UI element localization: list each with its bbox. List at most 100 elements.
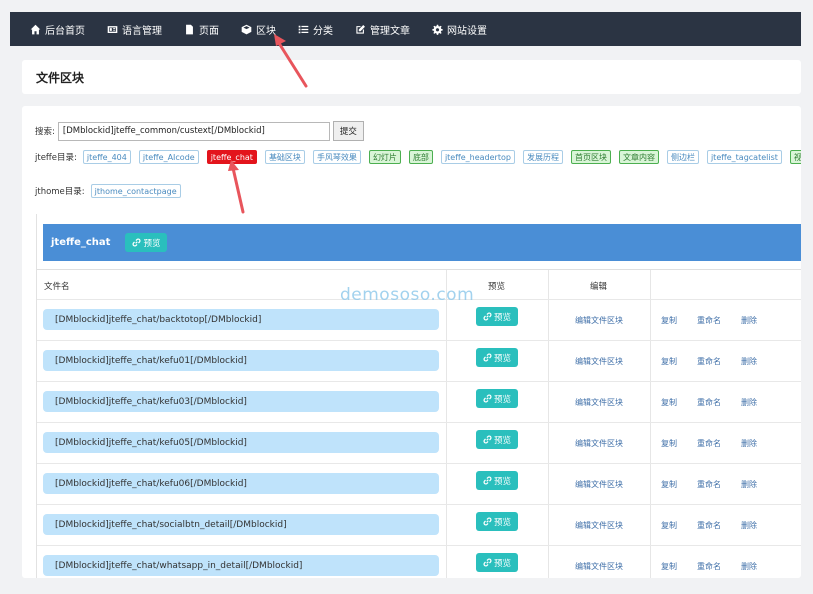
edit-icon [356,24,365,34]
edit-file-block-link[interactable]: 编辑文件区块 [575,315,623,326]
preview-label: 预览 [493,517,511,528]
directory-tag[interactable]: jteffe_tagcatelist [706,150,782,164]
edit-file-block-link[interactable]: 编辑文件区块 [575,438,623,449]
directory-tag[interactable]: 视频 [789,150,801,164]
header-filename: 文件名 [44,281,70,292]
copy-link[interactable]: 复制 [661,561,677,572]
nav-page-label: 页面 [199,25,219,37]
directory-tag[interactable]: 文章内容 [618,150,659,164]
nav-settings[interactable]: 网站设置 [432,22,487,37]
directory-tag[interactable]: jthome_contactpage [90,184,181,198]
directory-tag[interactable]: jteffe_AIcode [138,150,199,164]
jteffe-directory-label: jteffe目录: [35,153,77,163]
directory-tag[interactable]: jteffe_headertop [440,150,515,164]
directory-tag[interactable]: jteffe_404 [82,150,131,164]
rename-link[interactable]: 重命名 [697,520,721,531]
copy-link[interactable]: 复制 [661,356,677,367]
rename-link[interactable]: 重命名 [697,315,721,326]
block-panel: jteffe_chat 预览 文件名 预览 编辑 [DMblockid]jtef… [36,214,801,578]
nav-category-label: 分类 [313,25,333,37]
filename-cell: [DMblockid]jteffe_chat/kefu01[/DMblockid… [43,350,439,371]
main-card: 搜索: 提交 jteffe目录: jteffe_404 jteffe_AIcode… [22,106,801,578]
edit-file-block-link[interactable]: 编辑文件区块 [575,479,623,490]
link-icon [483,312,492,321]
delete-link[interactable]: 删除 [741,397,757,408]
panel-title: jteffe_chat [51,237,111,248]
jteffe-directory-row: jteffe目录: jteffe_404 jteffe_AIcode jteffe_… [35,150,801,164]
jthome-directory-row: jthome目录: jthome_contactpage [35,184,189,198]
page-title: 文件区块 [36,70,85,85]
preview-button[interactable]: 预览 [476,430,518,449]
directory-tag[interactable]: 首页区块 [570,150,611,164]
nav-language-label: 语言管理 [122,25,162,37]
link-icon [483,435,492,444]
header-edit: 编辑 [590,281,608,292]
preview-label: 预览 [493,558,511,569]
copy-link[interactable]: 复制 [661,438,677,449]
directory-tag[interactable]: 手风琴效果 [312,150,361,164]
table-row: [DMblockid]jteffe_chat/kefu05[/DMblockid… [37,423,801,464]
preview-button[interactable]: 预览 [476,307,518,326]
nav-category[interactable]: 分类 [298,22,333,37]
search-input[interactable] [57,121,330,141]
search-label: 搜索: [35,127,55,137]
submit-button[interactable]: 提交 [332,121,364,141]
link-icon [483,558,492,567]
rename-link[interactable]: 重命名 [697,438,721,449]
search-bar: 搜索: 提交 [35,121,364,141]
filename-cell: [DMblockid]jteffe_chat/socialbtn_detail[… [43,514,439,535]
list-icon [298,25,309,33]
nav-articles-label: 管理文章 [370,25,410,37]
directory-tag[interactable]: 幻灯片 [368,150,401,164]
panel-preview-button[interactable]: 预览 [125,233,168,252]
table-row: [DMblockid]jteffe_chat/kefu03[/DMblockid… [37,382,801,423]
delete-link[interactable]: 删除 [741,315,757,326]
directory-tag[interactable]: 底部 [408,150,433,164]
delete-link[interactable]: 删除 [741,520,757,531]
copy-link[interactable]: 复制 [661,397,677,408]
nav-language[interactable]: 语言管理 [107,22,162,37]
nav-page[interactable]: 页面 [184,22,219,37]
preview-button[interactable]: 预览 [476,512,518,531]
rename-link[interactable]: 重命名 [697,479,721,490]
directory-tag[interactable]: jteffe_chat [206,150,257,164]
table-row: [DMblockid]jteffe_chat/whatsapp_in_detai… [37,546,801,578]
preview-button[interactable]: 预览 [476,389,518,408]
filename-cell: [DMblockid]jteffe_chat/kefu03[/DMblockid… [43,391,439,412]
nav-articles[interactable]: 管理文章 [355,22,410,37]
directory-tag[interactable]: 发展历程 [522,150,563,164]
delete-link[interactable]: 删除 [741,561,757,572]
jthome-directory-label: jthome目录: [35,187,85,197]
preview-button[interactable]: 预览 [476,553,518,572]
copy-link[interactable]: 复制 [661,479,677,490]
link-icon [132,238,141,247]
language-icon [107,25,118,33]
copy-link[interactable]: 复制 [661,315,677,326]
preview-button[interactable]: 预览 [476,471,518,490]
file-table: 文件名 预览 编辑 [DMblockid]jteffe_chat/backtot… [37,269,801,578]
nav-block[interactable]: 区块 [241,22,276,37]
table-row: [DMblockid]jteffe_chat/kefu01[/DMblockid… [37,341,801,382]
edit-file-block-link[interactable]: 编辑文件区块 [575,397,623,408]
rename-link[interactable]: 重命名 [697,397,721,408]
edit-file-block-link[interactable]: 编辑文件区块 [575,561,623,572]
rename-link[interactable]: 重命名 [697,561,721,572]
delete-link[interactable]: 删除 [741,356,757,367]
preview-label: 预览 [493,353,511,364]
preview-label: 预览 [493,394,511,405]
nav-settings-label: 网站设置 [447,25,487,37]
delete-link[interactable]: 删除 [741,438,757,449]
directory-tag[interactable]: 基础区块 [264,150,305,164]
directory-tag[interactable]: 侧边栏 [666,150,699,164]
nav-home[interactable]: 后台首页 [30,22,85,37]
delete-link[interactable]: 删除 [741,479,757,490]
home-icon [30,24,41,34]
edit-file-block-link[interactable]: 编辑文件区块 [575,520,623,531]
rename-link[interactable]: 重命名 [697,356,721,367]
page-title-card: 文件区块 [22,60,801,94]
preview-label: 预览 [493,476,511,487]
edit-file-block-link[interactable]: 编辑文件区块 [575,356,623,367]
copy-link[interactable]: 复制 [661,520,677,531]
nav-block-label: 区块 [256,25,276,37]
preview-button[interactable]: 预览 [476,348,518,367]
